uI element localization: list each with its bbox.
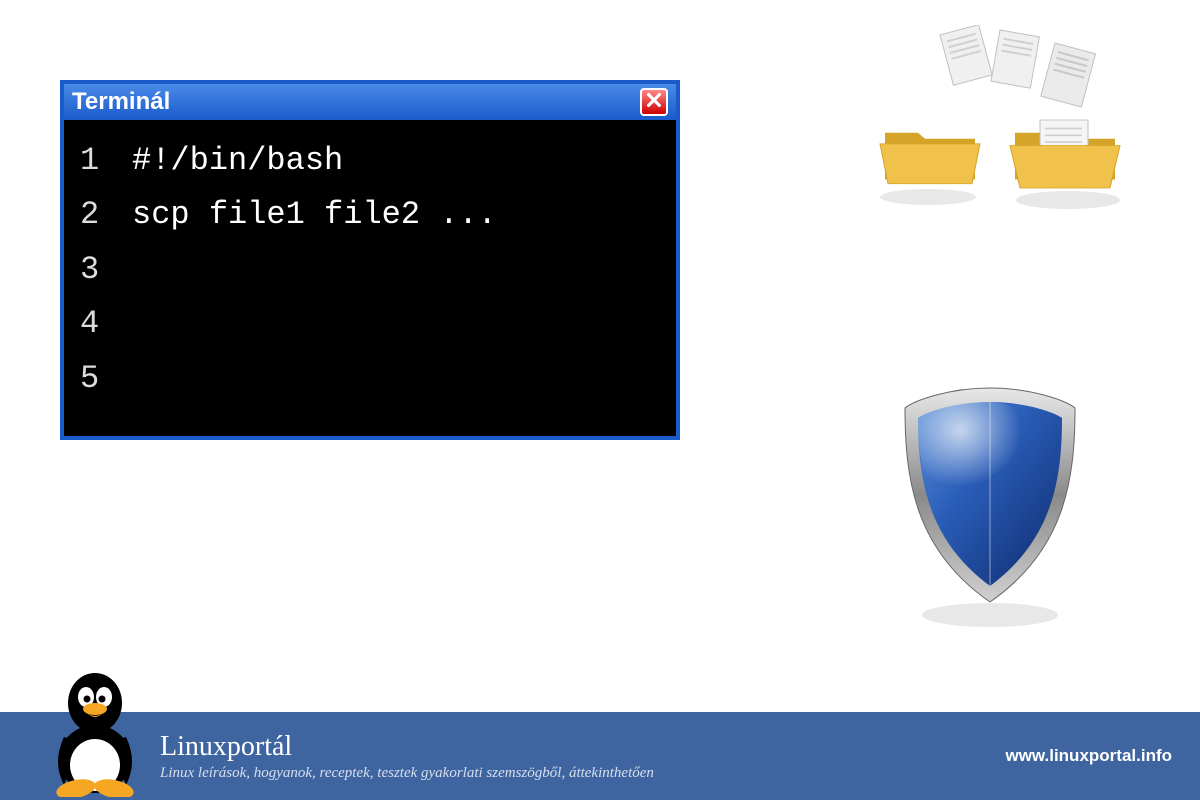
site-url: www.linuxportal.info <box>1005 746 1172 766</box>
terminal-line: 1 #!/bin/bash <box>80 134 660 188</box>
line-number: 5 <box>80 352 118 406</box>
footer-text: Linuxportál Linux leírások, hogyanok, re… <box>160 731 1005 782</box>
site-title: Linuxportál <box>160 731 1005 763</box>
line-content: scp file1 file2 ... <box>132 188 497 242</box>
line-number: 2 <box>80 188 118 242</box>
terminal-window: Terminál 1 #!/bin/bash 2 scp file1 file2… <box>60 80 680 440</box>
terminal-line: 5 <box>80 352 660 406</box>
line-content: #!/bin/bash <box>132 134 343 188</box>
line-number: 1 <box>80 134 118 188</box>
terminal-line: 3 <box>80 243 660 297</box>
line-number: 3 <box>80 243 118 297</box>
footer-bar: Linuxportál Linux leírások, hogyanok, re… <box>0 712 1200 800</box>
shield-icon <box>890 380 1090 640</box>
terminal-title: Terminál <box>72 88 170 116</box>
folder-transfer-icon <box>870 25 1130 225</box>
close-icon <box>645 91 663 114</box>
terminal-titlebar[interactable]: Terminál <box>64 84 676 120</box>
close-button[interactable] <box>640 88 668 116</box>
tux-penguin-icon <box>40 667 150 797</box>
terminal-line: 4 <box>80 297 660 351</box>
terminal-body[interactable]: 1 #!/bin/bash 2 scp file1 file2 ... 3 4 … <box>64 120 676 436</box>
terminal-line: 2 scp file1 file2 ... <box>80 188 660 242</box>
line-number: 4 <box>80 297 118 351</box>
site-tagline: Linux leírások, hogyanok, receptek, tesz… <box>160 765 1005 782</box>
